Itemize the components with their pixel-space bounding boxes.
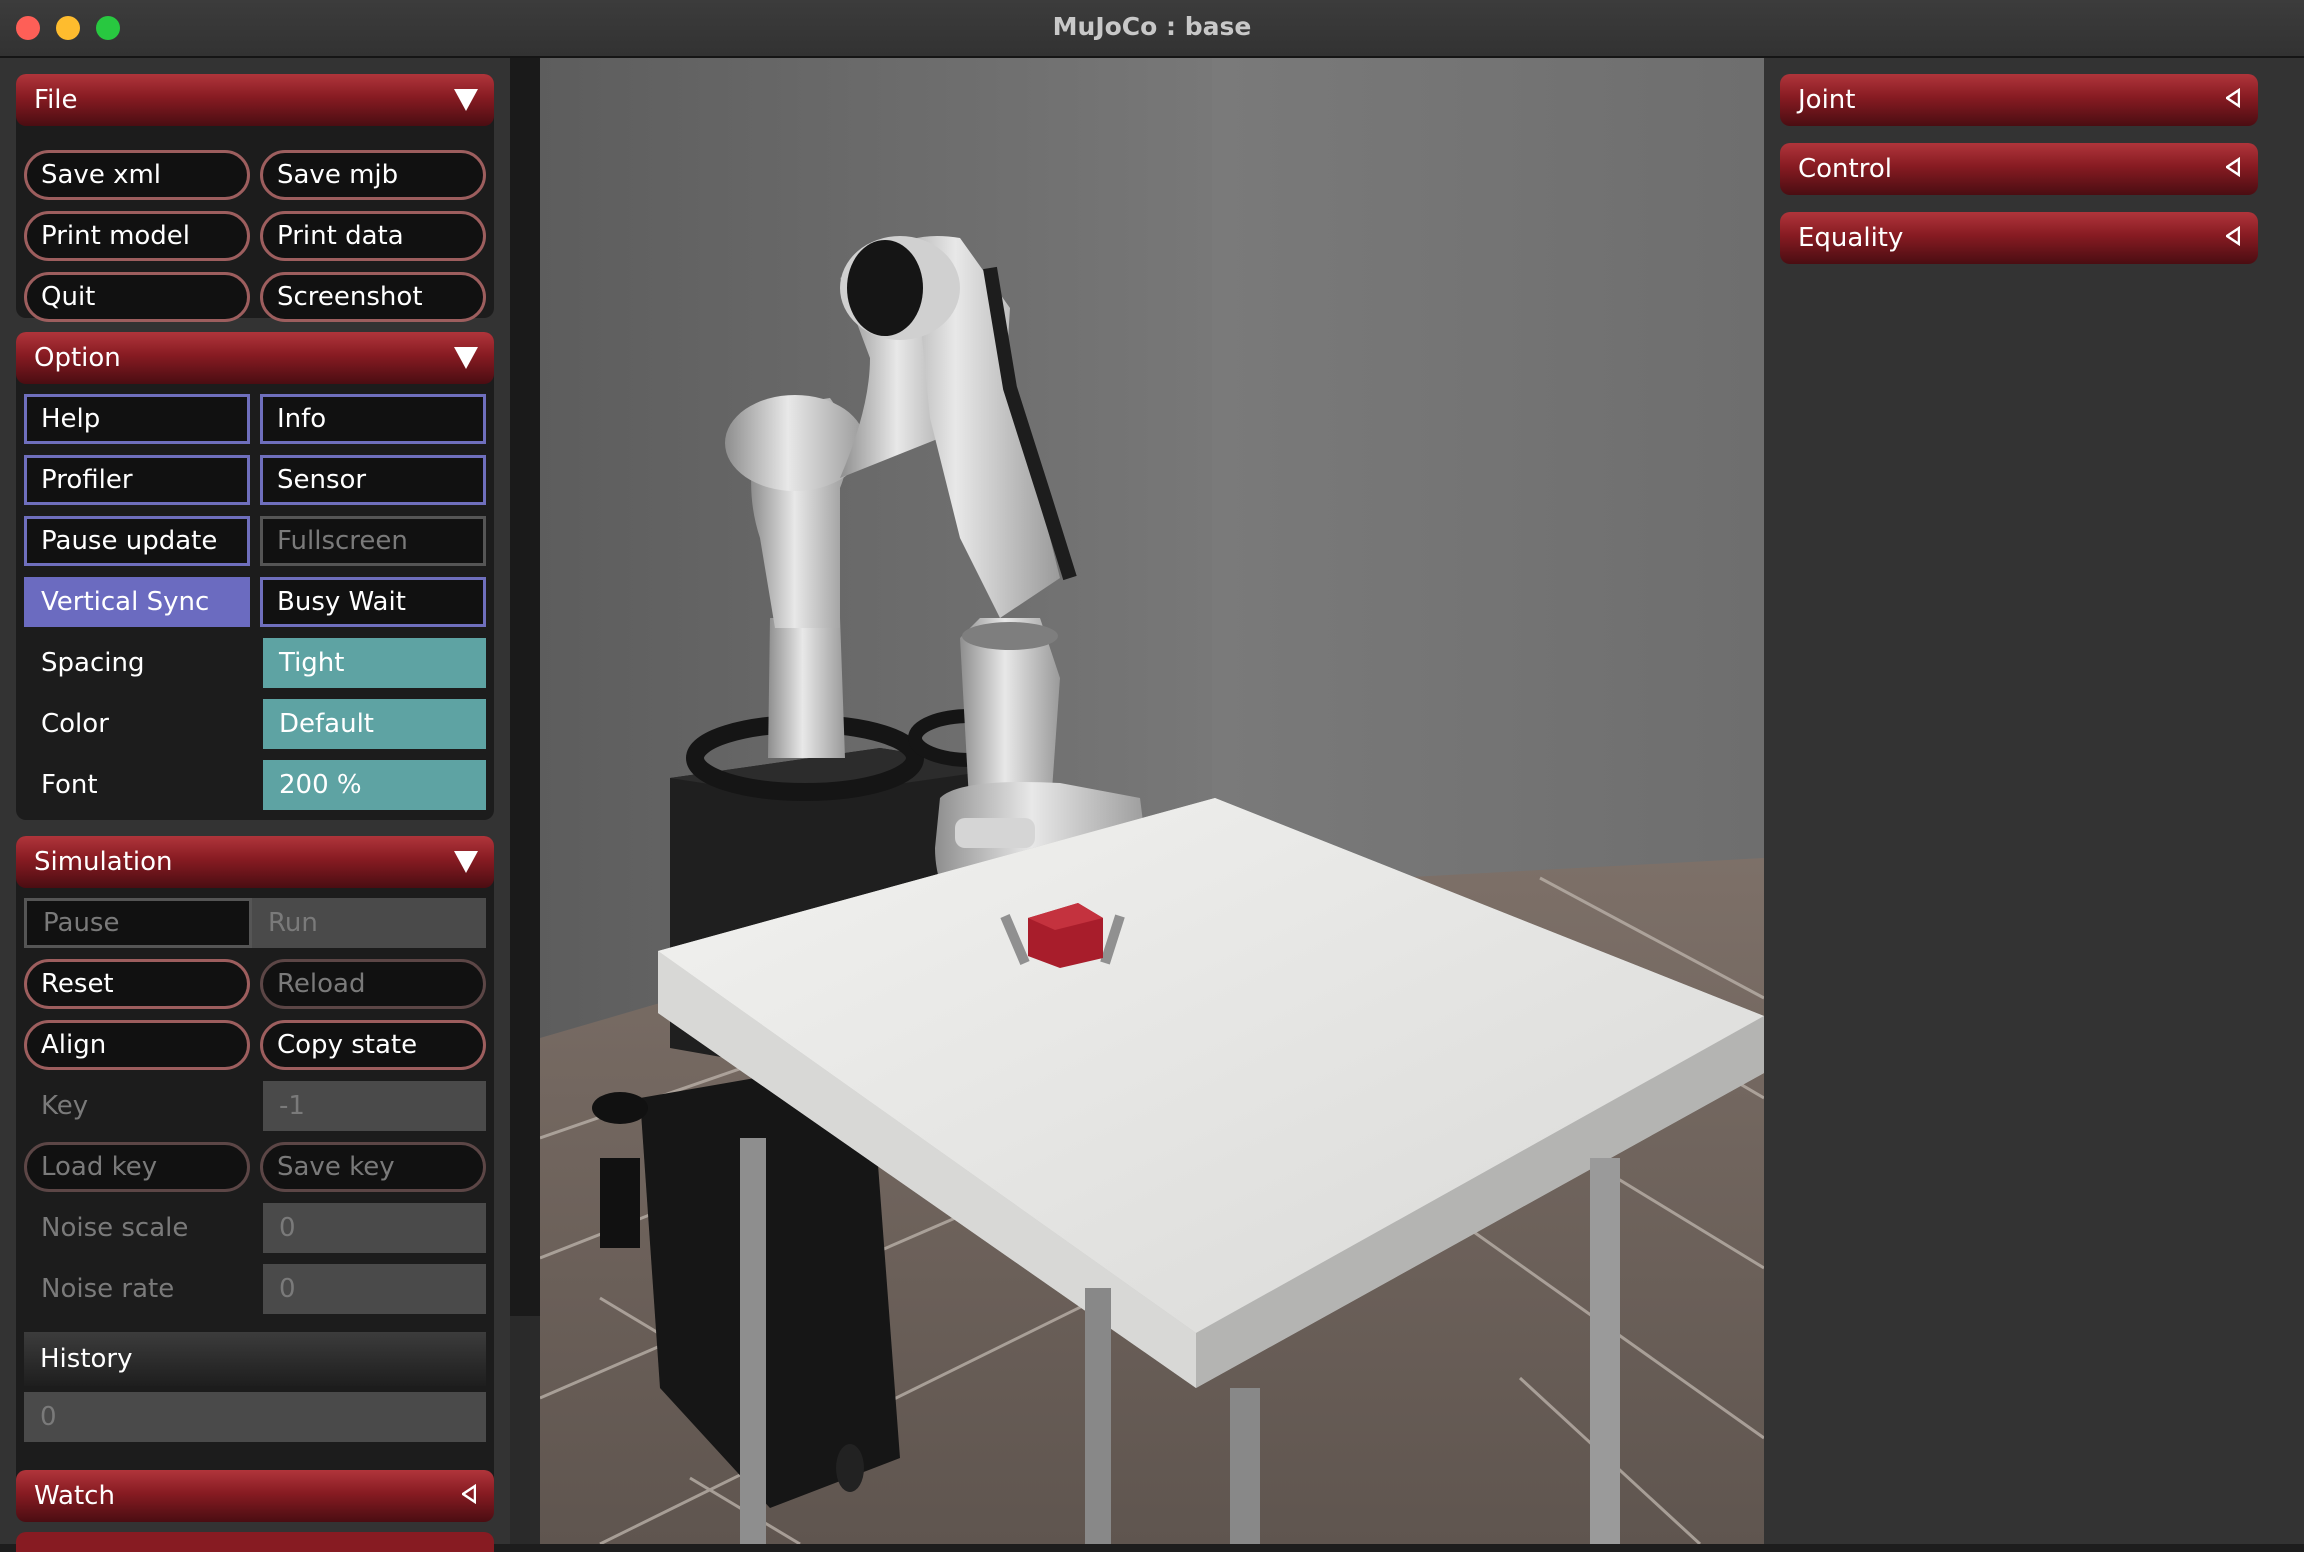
font-label: Font bbox=[41, 770, 98, 800]
equality-section-header[interactable]: Equality bbox=[1780, 212, 2258, 264]
right-ui-panel: Joint Control Equality bbox=[1764, 58, 2304, 1544]
profiler-toggle[interactable]: Profiler bbox=[24, 455, 250, 505]
option-section-header[interactable]: Option bbox=[16, 332, 494, 384]
history-slider[interactable]: 0 bbox=[24, 1392, 486, 1442]
key-label: Key bbox=[41, 1091, 89, 1121]
key-slider[interactable]: -1 bbox=[263, 1081, 486, 1131]
title-bar: MuJoCo : base bbox=[0, 0, 2304, 58]
pause-update-toggle[interactable]: Pause update bbox=[24, 516, 250, 566]
left-ui-panel: File Save xml Save mjb Print model Print… bbox=[0, 58, 510, 1552]
color-select[interactable]: Default bbox=[263, 699, 486, 749]
color-label: Color bbox=[41, 709, 109, 739]
file-section-title: File bbox=[34, 85, 78, 115]
quit-button[interactable]: Quit bbox=[24, 272, 250, 322]
busy-wait-toggle[interactable]: Busy Wait bbox=[260, 577, 486, 627]
pause-button[interactable]: Pause bbox=[24, 898, 252, 948]
fullscreen-toggle[interactable]: Fullscreen bbox=[260, 516, 486, 566]
option-section: Option Help Info Profiler Sensor Pause u… bbox=[16, 332, 494, 820]
file-section-header[interactable]: File bbox=[16, 74, 494, 126]
triangle-down-icon bbox=[454, 347, 478, 369]
joint-section-header[interactable]: Joint bbox=[1780, 74, 2258, 126]
save-xml-button[interactable]: Save xml bbox=[24, 150, 250, 200]
option-section-title: Option bbox=[34, 343, 121, 373]
font-select[interactable]: 200 % bbox=[263, 760, 486, 810]
spacing-label: Spacing bbox=[41, 648, 145, 678]
sensor-toggle[interactable]: Sensor bbox=[260, 455, 486, 505]
scene-render bbox=[540, 58, 1764, 1544]
noise-rate-label: Noise rate bbox=[41, 1274, 175, 1304]
save-mjb-button[interactable]: Save mjb bbox=[260, 150, 486, 200]
load-key-button[interactable]: Load key bbox=[24, 1142, 250, 1192]
noise-rate-field[interactable]: 0 bbox=[263, 1264, 486, 1314]
align-button[interactable]: Align bbox=[24, 1020, 250, 1070]
triangle-down-icon bbox=[454, 89, 478, 111]
vertical-sync-toggle[interactable]: Vertical Sync bbox=[24, 577, 250, 627]
run-button[interactable]: Run bbox=[252, 898, 486, 948]
watch-section-title: Watch bbox=[34, 1481, 115, 1511]
next-section-header bbox=[16, 1532, 494, 1552]
save-key-button[interactable]: Save key bbox=[260, 1142, 486, 1192]
simulation-section: Simulation Pause Run Reset Reload Align … bbox=[16, 836, 494, 1510]
window-title: MuJoCo : base bbox=[1052, 12, 1252, 41]
left-panel-scrollbar[interactable] bbox=[510, 58, 540, 1544]
print-data-button[interactable]: Print data bbox=[260, 211, 486, 261]
simulation-section-header[interactable]: Simulation bbox=[16, 836, 494, 888]
history-header[interactable]: History bbox=[24, 1332, 486, 1386]
noise-scale-field[interactable]: 0 bbox=[263, 1203, 486, 1253]
file-section: File Save xml Save mjb Print model Print… bbox=[16, 74, 494, 322]
triangle-down-icon bbox=[454, 851, 478, 873]
spacing-select[interactable]: Tight bbox=[263, 638, 486, 688]
triangle-left-icon bbox=[2226, 88, 2240, 108]
triangle-left-icon bbox=[2226, 226, 2240, 246]
reload-button[interactable]: Reload bbox=[260, 959, 486, 1009]
equality-section-title: Equality bbox=[1798, 223, 1904, 253]
screenshot-button[interactable]: Screenshot bbox=[260, 272, 486, 322]
noise-scale-label: Noise scale bbox=[41, 1213, 189, 1243]
watch-section-header[interactable]: Watch bbox=[16, 1470, 494, 1522]
control-section-title: Control bbox=[1798, 154, 1892, 184]
help-toggle[interactable]: Help bbox=[24, 394, 250, 444]
joint-section-title: Joint bbox=[1798, 85, 1856, 115]
copy-state-button[interactable]: Copy state bbox=[260, 1020, 486, 1070]
scrollbar-thumb[interactable] bbox=[510, 58, 540, 1316]
control-section-header[interactable]: Control bbox=[1780, 143, 2258, 195]
triangle-left-icon bbox=[462, 1484, 476, 1504]
print-model-button[interactable]: Print model bbox=[24, 211, 250, 261]
simulation-section-title: Simulation bbox=[34, 847, 173, 877]
reset-button[interactable]: Reset bbox=[24, 959, 250, 1009]
simulation-viewport[interactable] bbox=[540, 58, 1764, 1544]
info-toggle[interactable]: Info bbox=[260, 394, 486, 444]
triangle-left-icon bbox=[2226, 157, 2240, 177]
